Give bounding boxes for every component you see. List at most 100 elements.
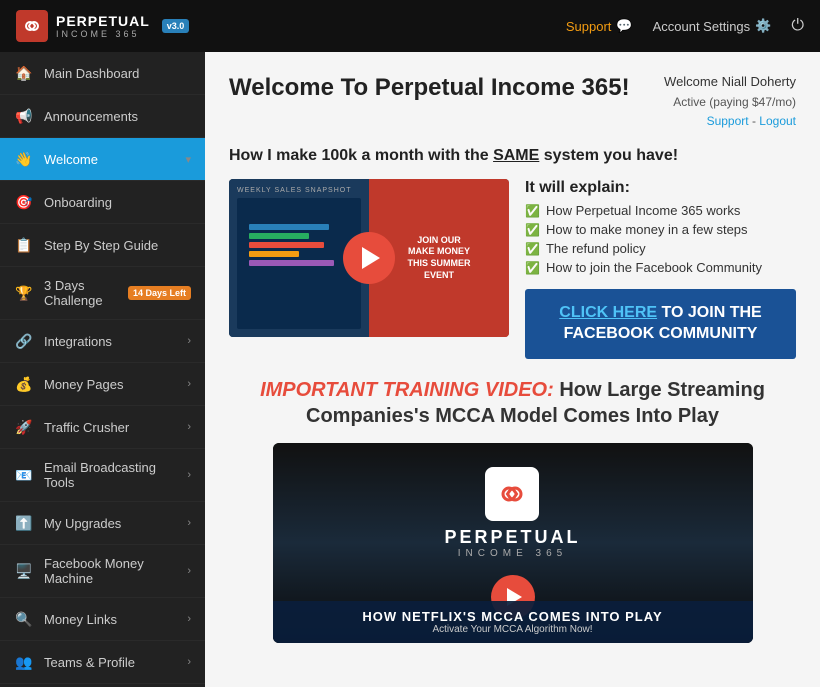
logo-title: PERPETUAL bbox=[56, 13, 150, 29]
infinity-big-icon bbox=[493, 480, 531, 508]
sidebar-item-label: Welcome bbox=[44, 152, 185, 167]
checklist: How Perpetual Income 365 works How to ma… bbox=[525, 203, 796, 275]
video-inner: WEEKLY SALES SNAPSHOT bbox=[229, 179, 509, 337]
challenge-icon: 🏆 bbox=[14, 283, 34, 303]
gear-icon: ⚙️ bbox=[755, 18, 771, 34]
training-heading: IMPORTANT TRAINING VIDEO: How Large Stre… bbox=[229, 377, 796, 429]
power-button[interactable]: ⏻ bbox=[791, 17, 804, 35]
email-icon: 📧 bbox=[14, 465, 34, 485]
video-cta-row: WEEKLY SALES SNAPSHOT bbox=[229, 179, 796, 359]
facebook-icon: 🖥️ bbox=[14, 561, 34, 581]
sidebar-item-traffic-crusher[interactable]: 🚀 Traffic Crusher › bbox=[0, 406, 205, 449]
user-status: Active (paying $47/mo) bbox=[664, 93, 796, 112]
netflix-banner-subtitle: Activate Your MCCA Algorithm Now! bbox=[285, 624, 741, 635]
training-prefix: IMPORTANT TRAINING VIDEO: bbox=[260, 379, 554, 401]
sidebar-item-money-pages[interactable]: 💰 Money Pages › bbox=[0, 363, 205, 406]
sidebar-item-label: Email Broadcasting Tools bbox=[44, 460, 187, 490]
chevron-right-icon: › bbox=[187, 469, 191, 481]
sidebar-item-money-links[interactable]: 🔍 Money Links › bbox=[0, 598, 205, 641]
sidebar-item-email-broadcasting[interactable]: 📧 Email Broadcasting Tools › bbox=[0, 449, 205, 502]
support-label: Support bbox=[566, 19, 612, 34]
sidebar-item-label: Main Dashboard bbox=[44, 66, 191, 81]
sidebar-item-main-dashboard[interactable]: 🏠 Main Dashboard bbox=[0, 52, 205, 95]
onboarding-icon: 🎯 bbox=[14, 192, 34, 212]
sidebar-item-step-by-step[interactable]: 📋 Step By Step Guide bbox=[0, 224, 205, 267]
checklist-item: How Perpetual Income 365 works bbox=[525, 203, 796, 218]
user-name: Welcome Niall Doherty bbox=[664, 72, 796, 93]
header-right: Support 💬 Account Settings ⚙️ ⏻ bbox=[566, 17, 804, 35]
video-play-button[interactable] bbox=[343, 232, 395, 284]
logo-area: PERPETUAL INCOME 365 v3.0 bbox=[16, 10, 189, 42]
account-label: Account Settings bbox=[653, 19, 751, 34]
sidebar-item-teams-profile[interactable]: 👥 Teams & Profile › bbox=[0, 641, 205, 684]
content-area: Welcome To Perpetual Income 365! Welcome… bbox=[205, 52, 820, 687]
logo-subtitle: INCOME 365 bbox=[56, 29, 150, 39]
sidebar-item-label: Step By Step Guide bbox=[44, 238, 191, 253]
sidebar-item-label: Integrations bbox=[44, 334, 187, 349]
welcome-header-row: Welcome To Perpetual Income 365! Welcome… bbox=[229, 72, 796, 131]
chevron-right-icon: › bbox=[187, 421, 191, 433]
snapshot-label: WEEKLY SALES SNAPSHOT bbox=[237, 187, 361, 194]
version-badge: v3.0 bbox=[162, 19, 190, 33]
upgrades-icon: ⬆️ bbox=[14, 513, 34, 533]
subtitle-underline: SAME bbox=[493, 147, 539, 164]
sidebar-item-label: Teams & Profile bbox=[44, 655, 187, 670]
subtitle: How I make 100k a month with the SAME sy… bbox=[229, 147, 796, 165]
perpetual-text: PERPETUAL bbox=[444, 527, 580, 548]
sidebar-item-label: Traffic Crusher bbox=[44, 420, 187, 435]
support-icon: 💬 bbox=[616, 18, 632, 34]
support-link[interactable]: Support bbox=[707, 114, 749, 128]
welcome-title: Welcome To Perpetual Income 365! bbox=[229, 72, 630, 103]
sidebar-item-announcements[interactable]: 📢 Announcements bbox=[0, 95, 205, 138]
logout-link[interactable]: Logout bbox=[759, 114, 796, 128]
user-info: Welcome Niall Doherty Active (paying $47… bbox=[664, 72, 796, 131]
perpetual-sub: INCOME 365 bbox=[458, 548, 567, 559]
training-logo-icon bbox=[485, 467, 539, 521]
main-layout: 🏠 Main Dashboard 📢 Announcements 👋 Welco… bbox=[0, 52, 820, 687]
sidebar-item-integrations[interactable]: 🔗 Integrations › bbox=[0, 320, 205, 363]
top-header: PERPETUAL INCOME 365 v3.0 Support 💬 Acco… bbox=[0, 0, 820, 52]
video-overlay-text: JOIN OURMAKE MONEYTHIS SUMMEREVENT bbox=[408, 235, 471, 282]
sidebar-item-welcome[interactable]: 👋 Welcome ▾ bbox=[0, 138, 205, 181]
chevron-right-icon: › bbox=[187, 613, 191, 625]
sidebar-item-label: Money Links bbox=[44, 612, 187, 627]
netflix-banner: HOW NETFLIX'S MCCA COMES INTO PLAY Activ… bbox=[273, 601, 753, 643]
sidebar-item-3days-challenge[interactable]: 🏆 3 Days Challenge 14 Days Left bbox=[0, 267, 205, 320]
money-links-icon: 🔍 bbox=[14, 609, 34, 629]
it-will-explain-heading: It will explain: bbox=[525, 179, 796, 197]
support-button[interactable]: Support 💬 bbox=[566, 18, 633, 34]
sidebar-item-label: 3 Days Challenge bbox=[44, 278, 122, 308]
checklist-item: How to make money in a few steps bbox=[525, 222, 796, 237]
traffic-icon: 🚀 bbox=[14, 417, 34, 437]
sidebar-item-onboarding[interactable]: 🎯 Onboarding bbox=[0, 181, 205, 224]
infinity-logo-icon bbox=[20, 17, 44, 35]
user-links: Support - Logout bbox=[664, 112, 796, 131]
sidebar-item-facebook-money-machine[interactable]: 🖥️ Facebook Money Machine › bbox=[0, 545, 205, 598]
chevron-right-icon: › bbox=[187, 517, 191, 529]
facebook-community-cta-button[interactable]: CLICK HERE TO JOIN THE FACEBOOK COMMUNIT… bbox=[525, 289, 796, 359]
home-icon: 🏠 bbox=[14, 63, 34, 83]
welcome-icon: 👋 bbox=[14, 149, 34, 169]
chevron-down-icon: ▾ bbox=[185, 153, 191, 166]
steps-icon: 📋 bbox=[14, 235, 34, 255]
training-video-inner: PERPETUAL INCOME 365 HOW NETFLIX'S MCCA … bbox=[273, 443, 753, 643]
chevron-right-icon: › bbox=[187, 656, 191, 668]
training-video-thumbnail[interactable]: PERPETUAL INCOME 365 HOW NETFLIX'S MCCA … bbox=[273, 443, 753, 643]
sidebar-item-my-upgrades[interactable]: ⬆️ My Upgrades › bbox=[0, 502, 205, 545]
days-left-badge: 14 Days Left bbox=[128, 286, 191, 300]
sidebar-item-label: Announcements bbox=[44, 109, 191, 124]
netflix-banner-title: HOW NETFLIX'S MCCA COMES INTO PLAY bbox=[285, 609, 741, 624]
money-pages-icon: 💰 bbox=[14, 374, 34, 394]
sidebar-item-label: Facebook Money Machine bbox=[44, 556, 187, 586]
click-here-text: CLICK HERE bbox=[559, 304, 657, 321]
checklist-item: How to join the Facebook Community bbox=[525, 260, 796, 275]
intro-video-thumbnail[interactable]: WEEKLY SALES SNAPSHOT bbox=[229, 179, 509, 337]
checklist-item: The refund policy bbox=[525, 241, 796, 256]
sidebar: 🏠 Main Dashboard 📢 Announcements 👋 Welco… bbox=[0, 52, 205, 687]
cta-panel: It will explain: How Perpetual Income 36… bbox=[525, 179, 796, 359]
sidebar-item-label: Onboarding bbox=[44, 195, 191, 210]
sidebar-item-label: My Upgrades bbox=[44, 516, 187, 531]
announcements-icon: 📢 bbox=[14, 106, 34, 126]
account-settings-button[interactable]: Account Settings ⚙️ bbox=[653, 18, 772, 34]
chevron-right-icon: › bbox=[187, 335, 191, 347]
